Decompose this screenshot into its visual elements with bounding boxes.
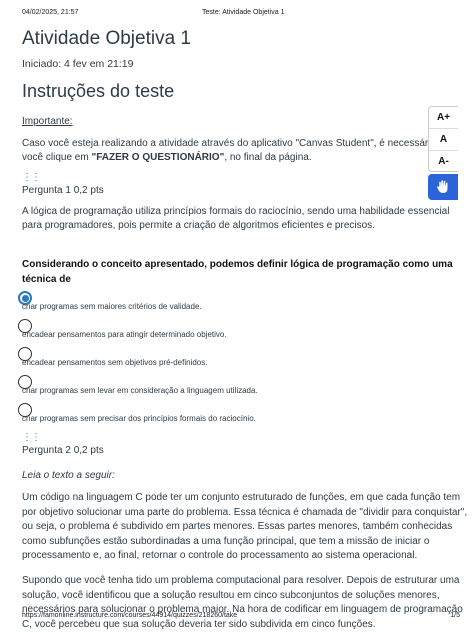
notice-post: , no final da página. <box>224 152 312 163</box>
answer-label: encadear pensamentos para atingir determ… <box>22 330 227 339</box>
paragraph-line: processamento e, ao final, retornar o co… <box>22 550 418 562</box>
notice-pre: você clique em <box>22 152 92 163</box>
answer-label: encadear pensamentos sem objetivos pré-d… <box>22 358 208 367</box>
paragraph-line: por objetivo solucionar uma parte do pro… <box>22 506 468 518</box>
notice-text: Caso você esteja realizando a atividade … <box>22 137 456 165</box>
sign-language-button[interactable] <box>428 174 458 200</box>
answer-option[interactable]: criar programas sem precisar dos princíp… <box>18 401 436 429</box>
paragraph-line: Um código na linguagem C pode ter um con… <box>22 492 461 503</box>
started-time: Iniciado: 4 fev em 21:19 <box>22 58 134 70</box>
question-1-header: Pergunta 1 0,2 pts <box>22 185 104 196</box>
answer-list: criar programas sem maiores critérios de… <box>18 289 436 429</box>
quiz-content: Atividade Objetiva 1 Iniciado: 4 fev em … <box>18 26 468 632</box>
drag-handle-icon[interactable]: ⋮⋮ <box>22 433 436 443</box>
answer-label: criar programas sem levar em consideraçã… <box>22 386 258 395</box>
notice-line-1: Caso você esteja realizando a atividade … <box>22 138 456 149</box>
increase-font-button[interactable]: A+ <box>429 107 458 129</box>
paragraph-line: ou seja, o problema é subdivido em parte… <box>22 521 453 533</box>
answer-option[interactable]: encadear pensamentos sem objetivos pré-d… <box>18 345 436 373</box>
print-footer: https://famonline.instructure.com/course… <box>22 612 460 624</box>
page-title: Atividade Objetiva 1 <box>22 28 191 49</box>
paragraph-line: como subfunções estão subordinadas a uma… <box>22 535 430 547</box>
question-1-prompt: Considerando o conceito apresentado, pod… <box>22 257 453 287</box>
question-1-prompt-line: Considerando o conceito apresentado, pod… <box>22 259 453 270</box>
instructions-heading: Instruções do teste <box>22 81 175 101</box>
question-1-text-line: para programadores, pois permite a criaç… <box>22 220 375 231</box>
notice-line-2: você clique em "FAZER O QUESTIONÁRIO", n… <box>22 151 442 165</box>
paragraph-line: solução, você identificou que a solução … <box>22 589 440 601</box>
important-label: Importante: <box>22 116 73 127</box>
answer-option[interactable]: criar programas sem levar em consideraçã… <box>18 373 436 401</box>
question-1-text-line: A lógica de programação utiliza princípi… <box>22 206 450 217</box>
decrease-font-button[interactable]: A- <box>429 151 458 173</box>
question-1-prompt-line: técnica de <box>22 274 71 285</box>
normal-font-button[interactable]: A <box>429 129 458 151</box>
question-2-paragraph-1: Um código na linguagem C pode ter um con… <box>22 491 468 564</box>
answer-label: criar programas sem precisar dos princíp… <box>22 414 256 423</box>
answer-label: criar programas sem maiores critérios de… <box>22 302 202 311</box>
print-page-number: 1/5 <box>450 612 460 619</box>
hand-icon <box>437 180 448 193</box>
print-page-title: Teste: Atividade Objetiva 1 <box>202 9 285 16</box>
paragraph-line: Supondo que você tenha tido um problema … <box>22 574 460 586</box>
answer-option[interactable]: criar programas sem maiores critérios de… <box>18 289 436 317</box>
print-date: 04/02/2025, 21:57 <box>22 9 79 16</box>
question-1-text: A lógica de programação utiliza princípi… <box>22 205 450 233</box>
answer-option[interactable]: encadear pensamentos para atingir determ… <box>18 317 436 345</box>
question-2-header: Pergunta 2 0,2 pts <box>22 445 104 456</box>
print-url: https://famonline.instructure.com/course… <box>22 612 238 619</box>
drag-handle-icon[interactable]: ⋮⋮ <box>22 173 436 183</box>
reading-instruction: Leia o texto a seguir: <box>22 470 115 481</box>
notice-bold: "FAZER O QUESTIONÁRIO" <box>91 152 225 163</box>
font-size-controls: A+ A A- <box>428 106 458 172</box>
print-header: 04/02/2025, 21:57 Teste: Atividade Objet… <box>22 9 460 21</box>
